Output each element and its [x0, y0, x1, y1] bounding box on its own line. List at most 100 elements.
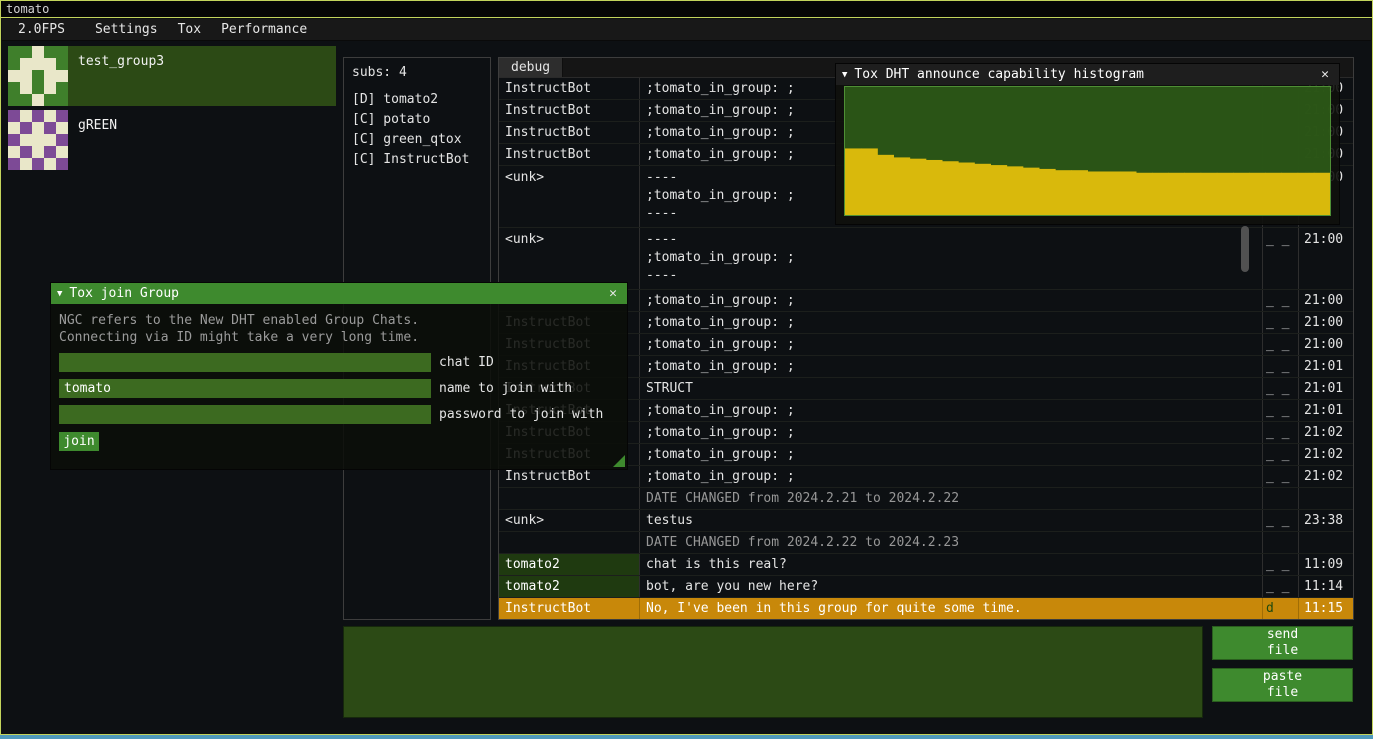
- message-time: 11:15: [1298, 598, 1353, 619]
- join-name-input[interactable]: [59, 379, 431, 398]
- paste-file-button[interactable]: paste file: [1212, 668, 1353, 702]
- message-flags: d: [1263, 598, 1298, 619]
- message-time: 21:01: [1298, 400, 1353, 421]
- send-file-button[interactable]: send file: [1212, 626, 1353, 660]
- avatar-pixel: [8, 58, 20, 70]
- join-password-input[interactable]: [59, 405, 431, 424]
- menu-settings[interactable]: Settings: [85, 20, 168, 40]
- message-time: 21:02: [1298, 444, 1353, 465]
- message-flags: _ _: [1263, 378, 1298, 399]
- avatar-pixel: [20, 82, 32, 94]
- avatar-pixel: [56, 146, 68, 158]
- message-flags: _ _: [1263, 400, 1298, 421]
- join-window-titlebar[interactable]: ▼ Tox join Group ✕: [51, 283, 627, 304]
- avatar-pixel: [44, 46, 56, 58]
- avatar-pixel: [8, 146, 20, 158]
- join-group-window: ▼ Tox join Group ✕ NGC refers to the New…: [50, 282, 628, 470]
- avatar-pixel: [56, 94, 68, 106]
- avatar-pixel: [20, 94, 32, 106]
- message-text: chat is this real?: [639, 554, 1263, 575]
- avatar-pixel: [20, 110, 32, 122]
- avatar-pixel: [32, 110, 44, 122]
- message-flags: _ _: [1263, 554, 1298, 575]
- avatar-pixel: [32, 46, 44, 58]
- avatar-pixel: [32, 158, 44, 170]
- subs-item[interactable]: [C] potato: [344, 110, 490, 130]
- chat-id-input[interactable]: [59, 353, 431, 372]
- message-sender: <unk>: [499, 166, 639, 227]
- chat-scrollbar-thumb[interactable]: [1241, 226, 1249, 272]
- message-text: ;tomato_in_group: ;: [639, 444, 1263, 465]
- tab-debug[interactable]: debug: [499, 58, 563, 77]
- menu-tox[interactable]: Tox: [168, 20, 211, 40]
- message-time: [1298, 532, 1353, 553]
- message-text: STRUCT: [639, 378, 1263, 399]
- avatar-pixel: [56, 82, 68, 94]
- chat-row[interactable]: tomato2bot, are you new here?_ _11:14: [499, 576, 1353, 598]
- avatar-pixel: [56, 122, 68, 134]
- close-icon[interactable]: ✕: [1317, 67, 1333, 82]
- histogram-window-titlebar[interactable]: ▼ Tox DHT announce capability histogram …: [836, 64, 1339, 85]
- message-sender: <unk>: [499, 510, 639, 531]
- avatar-pixel: [44, 122, 56, 134]
- resize-grip-icon[interactable]: [613, 455, 625, 467]
- avatar-pixel: [20, 158, 32, 170]
- avatar-pixel: [56, 110, 68, 122]
- chat-row[interactable]: DATE CHANGED from 2024.2.22 to 2024.2.23: [499, 532, 1353, 554]
- join-button[interactable]: join: [59, 432, 99, 451]
- avatar-pixel: [20, 46, 32, 58]
- os-titlebar[interactable]: tomato: [1, 1, 1372, 17]
- collapse-arrow-icon[interactable]: ▼: [57, 289, 62, 299]
- subs-item[interactable]: [D] tomato2: [344, 90, 490, 110]
- bottom-edge: [0, 735, 1373, 739]
- chat-row[interactable]: <unk>---- ;tomato_in_group: ; ----_ _21:…: [499, 228, 1353, 290]
- chat-row[interactable]: DATE CHANGED from 2024.2.21 to 2024.2.22: [499, 488, 1353, 510]
- histogram-bars: [845, 87, 1330, 215]
- message-text: testus: [639, 510, 1263, 531]
- avatar-pixel: [56, 134, 68, 146]
- message-time: 21:01: [1298, 356, 1353, 377]
- message-flags: _ _: [1263, 356, 1298, 377]
- join-window-body: NGC refers to the New DHT enabled Group …: [51, 304, 627, 459]
- subs-list: [D] tomato2[C] potato[C] green_qtox[C] I…: [344, 90, 490, 170]
- avatar-pixel: [32, 82, 44, 94]
- contact-name: gREEN: [78, 118, 117, 170]
- collapse-arrow-icon[interactable]: ▼: [842, 70, 847, 80]
- menu-performance[interactable]: Performance: [211, 20, 317, 40]
- histogram-window-title: Tox DHT announce capability histogram: [854, 67, 1317, 82]
- fps-counter: 2.0FPS: [8, 20, 75, 40]
- contact-row[interactable]: test_group3: [8, 46, 336, 106]
- message-time: [1298, 488, 1353, 509]
- avatar-pixel: [20, 70, 32, 82]
- contact-name: test_group3: [78, 54, 164, 106]
- message-time: 11:09: [1298, 554, 1353, 575]
- message-input[interactable]: [343, 626, 1203, 718]
- contact-row[interactable]: gREEN: [8, 110, 336, 170]
- app-window: tomato 2.0FPS Settings Tox Performance t…: [0, 0, 1373, 739]
- histogram-plot[interactable]: [844, 86, 1331, 216]
- message-time: 21:00: [1298, 334, 1353, 355]
- message-text: No, I've been in this group for quite so…: [639, 598, 1263, 619]
- chat-row[interactable]: <unk>testus_ _23:38: [499, 510, 1353, 532]
- chat-row[interactable]: InstructBotNo, I've been in this group f…: [499, 598, 1353, 619]
- message-sender: InstructBot: [499, 100, 639, 121]
- avatar-pixel: [20, 58, 32, 70]
- message-sender: [499, 488, 639, 509]
- subs-item[interactable]: [C] green_qtox: [344, 130, 490, 150]
- avatar-pixel: [44, 158, 56, 170]
- menu-bar: 2.0FPS Settings Tox Performance: [2, 19, 1371, 41]
- message-sender: InstructBot: [499, 122, 639, 143]
- message-time: 23:38: [1298, 510, 1353, 531]
- join-window-title: Tox join Group: [69, 286, 605, 301]
- message-text: ;tomato_in_group: ;: [639, 356, 1263, 377]
- message-time: 21:02: [1298, 422, 1353, 443]
- message-text: ---- ;tomato_in_group: ; ----: [639, 228, 1263, 289]
- contact-avatar-icon: [8, 46, 68, 106]
- close-icon[interactable]: ✕: [605, 286, 621, 301]
- avatar-pixel: [32, 70, 44, 82]
- message-flags: [1263, 532, 1298, 553]
- subs-item[interactable]: [C] InstructBot: [344, 150, 490, 170]
- titlebar-divider: [0, 17, 1373, 18]
- message-text: ;tomato_in_group: ;: [639, 312, 1263, 333]
- chat-row[interactable]: tomato2chat is this real?_ _11:09: [499, 554, 1353, 576]
